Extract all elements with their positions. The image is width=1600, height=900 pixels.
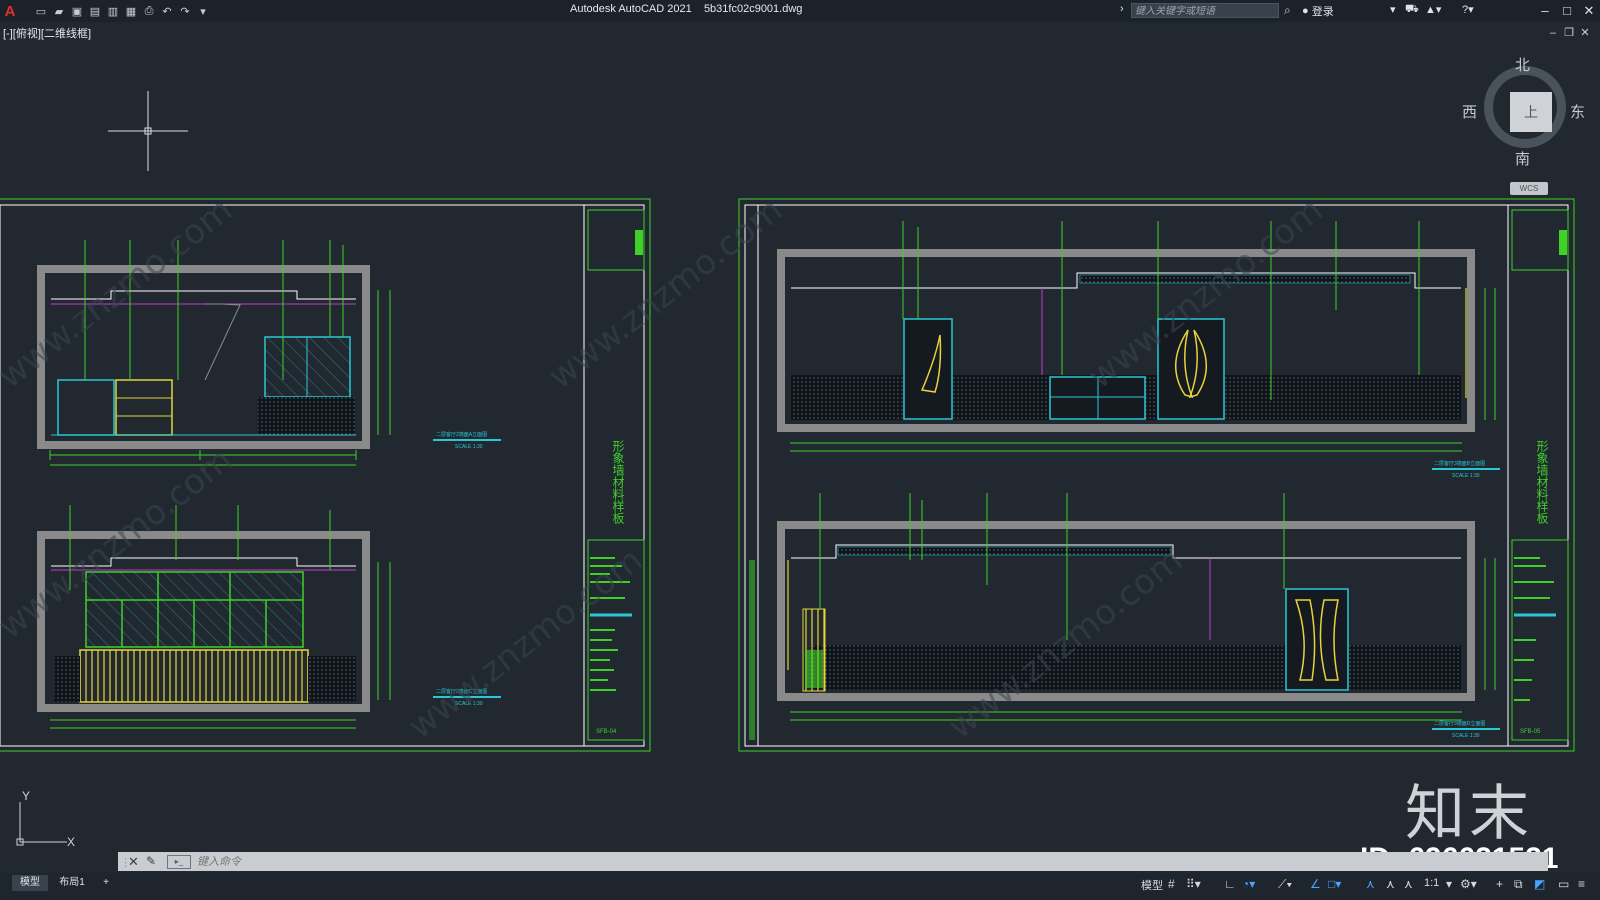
login-label: 登录: [1311, 6, 1334, 18]
command-customize-icon[interactable]: ✎: [146, 854, 156, 868]
elevation-a-label: 二层客厅2墙面A立面图: [436, 431, 487, 438]
tab-layout1[interactable]: 布局1: [54, 875, 90, 891]
annotation-scale-value[interactable]: 1:1: [1424, 877, 1439, 889]
compass-south[interactable]: 南: [1515, 148, 1530, 169]
watermark-url-6: www.znzmo.com: [941, 540, 1190, 747]
login-dropdown-icon[interactable]: ▾: [1390, 3, 1396, 16]
user-icon: ●: [1302, 5, 1312, 17]
search-input[interactable]: 键入关键字或短语: [1131, 3, 1279, 18]
autocad-logo-icon[interactable]: A: [0, 0, 20, 22]
redo-icon[interactable]: ↷: [178, 4, 192, 18]
drawing-sheet-2: 形象墙材料样板 SFB-05 二层客厅3墙面B立面图 SCALE 1:30 二层…: [738, 198, 1575, 752]
watermark-url-2: www.znzmo.com: [541, 190, 790, 397]
minimize-icon[interactable]: –: [1534, 1, 1556, 21]
save-icon[interactable]: ▣: [70, 4, 84, 18]
elevation-d: 二层客厅3墙面D立面图 SCALE 1:30: [777, 493, 1500, 739]
auto-scale-icon[interactable]: ⋏: [1386, 877, 1395, 891]
ucs-icon: Y X: [16, 790, 75, 849]
help-icon[interactable]: ?▾: [1462, 3, 1474, 16]
watermark-url-5: www.znzmo.com: [401, 540, 650, 747]
isodraft-icon[interactable]: ⟋▾: [1278, 877, 1292, 892]
viewport-controls-label[interactable]: [-][俯视][二维线框]: [3, 25, 91, 41]
object-snap-tracking-icon[interactable]: ∠: [1310, 877, 1321, 891]
ortho-icon[interactable]: ∟: [1224, 877, 1236, 891]
login-button[interactable]: ● 登录: [1302, 3, 1334, 19]
elevation-d-label: 二层客厅3墙面D立面图: [1434, 720, 1485, 727]
sheet1-vertical-title: 形象墙材料样板: [611, 440, 625, 525]
sheet2-number: SFB-05: [1520, 729, 1541, 735]
plot-preview-icon[interactable]: ▦: [124, 4, 138, 18]
crosshair-cursor: [108, 91, 188, 171]
close-icon[interactable]: ✕: [1578, 1, 1600, 21]
annotation-visibility-icon[interactable]: ⋏: [1366, 877, 1375, 891]
command-history-icon[interactable]: ▸_: [167, 855, 191, 869]
ucs-y-label: Y: [22, 790, 30, 803]
viewcube[interactable]: 上 北 南 西 东: [1462, 57, 1585, 168]
expand-arrow-icon[interactable]: ›: [1120, 3, 1124, 15]
watermark-url-1: www.znzmo.com: [0, 190, 240, 397]
compass-east[interactable]: 东: [1570, 101, 1585, 122]
drawing-restore-icon[interactable]: ❐: [1562, 26, 1576, 40]
publish-icon[interactable]: ▥: [106, 4, 120, 18]
workspace-gear-icon[interactable]: ⚙▾: [1460, 877, 1477, 891]
customize-dropdown-icon[interactable]: ▾: [196, 4, 210, 18]
watermark-logo: 知末: [1405, 779, 1533, 849]
polar-tracking-icon[interactable]: ◔▾: [1242, 877, 1255, 891]
drawing-canvas[interactable]: 形象墙材料样板 SFB-04 二层客厅2墙面A立面图 SCALE 1:30 二层…: [0, 40, 1600, 848]
title-bar: A ▭ ▰ ▣ ▤ ▥ ▦ ⎙ ↶ ↷ ▾ Autodesk AutoCAD 2…: [0, 0, 1600, 22]
add-layout-button[interactable]: +: [96, 875, 116, 891]
autodesk-a360-icon[interactable]: ▲▾: [1425, 3, 1441, 16]
cart-icon[interactable]: ⛟: [1405, 3, 1419, 17]
annotation-monitor-icon[interactable]: +: [1496, 877, 1503, 891]
elevation-b-scale: SCALE 1:30: [1452, 473, 1480, 479]
scale-dropdown-icon[interactable]: ▾: [1446, 877, 1452, 891]
ucs-x-label: X: [67, 835, 75, 849]
file-name: 5b31fc02c9001.dwg: [703, 3, 803, 15]
snap-icon[interactable]: ⠿▾: [1186, 877, 1201, 891]
object-snap-icon[interactable]: □▾: [1328, 877, 1341, 891]
compass-west[interactable]: 西: [1462, 101, 1477, 122]
save-as-icon[interactable]: ▤: [88, 4, 102, 18]
elevation-a-scale: SCALE 1:30: [455, 444, 483, 450]
maximize-icon[interactable]: □: [1556, 1, 1578, 21]
viewcube-top-face[interactable]: 上: [1510, 92, 1552, 132]
quick-access-toolbar: ▭ ▰ ▣ ▤ ▥ ▦ ⎙ ↶ ↷ ▾: [34, 4, 210, 18]
print-icon[interactable]: ⎙: [142, 4, 156, 18]
sheet1-number: SFB-04: [596, 729, 617, 735]
compass-north[interactable]: 北: [1515, 54, 1530, 75]
customization-menu-icon[interactable]: ≡: [1578, 877, 1585, 891]
new-file-icon[interactable]: ▭: [34, 4, 48, 18]
search-icon[interactable]: ⌕: [1284, 3, 1298, 17]
undo-icon[interactable]: ↶: [160, 4, 174, 18]
command-input[interactable]: [195, 853, 1499, 871]
elevation-d-scale: SCALE 1:30: [1452, 733, 1480, 739]
units-icon[interactable]: ⧉: [1514, 877, 1523, 892]
model-space-button[interactable]: 模型: [1141, 877, 1163, 893]
window-title: Autodesk AutoCAD 2021 5b31fc02c9001.dwg: [570, 3, 802, 15]
wcs-menu-button[interactable]: WCS: [1510, 182, 1548, 195]
grid-icon[interactable]: #: [1168, 877, 1175, 891]
elevation-b-label: 二层客厅3墙面B立面图: [1434, 460, 1485, 467]
drawing-minimize-icon[interactable]: –: [1546, 26, 1560, 40]
open-folder-icon[interactable]: ▰: [52, 4, 66, 18]
sheet2-vertical-title: 形象墙材料样板: [1535, 440, 1549, 525]
quick-properties-icon[interactable]: ◩: [1534, 877, 1545, 891]
annotation-scale-icon[interactable]: ⋏: [1404, 877, 1413, 891]
drawing-close-icon[interactable]: ✕: [1578, 26, 1592, 40]
app-name: Autodesk AutoCAD 2021: [570, 3, 692, 15]
tab-model[interactable]: 模型: [12, 875, 48, 891]
command-close-icon[interactable]: ✕: [128, 854, 139, 870]
status-bar: [0, 873, 1600, 900]
clean-screen-icon[interactable]: ▭: [1558, 877, 1569, 891]
